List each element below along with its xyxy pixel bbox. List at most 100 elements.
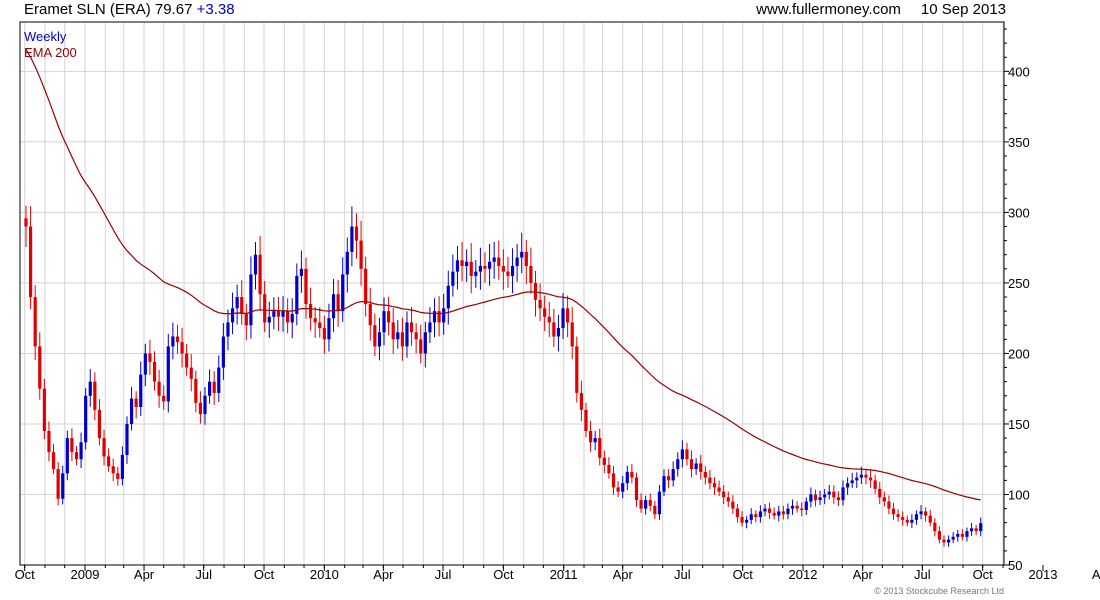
candle-body — [455, 260, 460, 272]
candle — [139, 361, 143, 417]
candle — [492, 241, 496, 279]
candle — [598, 428, 602, 466]
y-tick-label: 400 — [1008, 64, 1030, 79]
candle-body — [924, 511, 928, 516]
candle — [703, 466, 707, 485]
candle-body — [336, 294, 340, 312]
candle — [951, 532, 955, 544]
candle-body — [520, 251, 524, 258]
candle-body — [556, 328, 561, 337]
x-tick-label: Oct — [254, 567, 275, 582]
candle-body — [965, 531, 969, 537]
candle — [244, 303, 248, 341]
candle-body — [203, 395, 207, 415]
candle-body — [836, 497, 841, 501]
candle-body — [648, 500, 652, 506]
candle-body — [240, 297, 244, 314]
candle-body — [910, 519, 914, 523]
candle-body — [51, 452, 56, 470]
candle — [749, 508, 753, 525]
candle — [731, 495, 735, 515]
candle-body — [510, 265, 515, 276]
candle — [887, 495, 891, 515]
candle — [538, 283, 542, 322]
candle — [699, 454, 703, 480]
candle-body — [946, 539, 951, 543]
candle — [65, 430, 69, 481]
candle — [166, 333, 170, 413]
candle — [387, 296, 391, 336]
candle-body — [680, 449, 684, 460]
candle-body — [621, 483, 625, 492]
candle-body — [598, 438, 602, 458]
candle — [157, 369, 161, 408]
candle-body — [956, 533, 960, 537]
candle-body — [194, 378, 198, 403]
candle — [882, 491, 886, 507]
candle-body — [689, 459, 694, 470]
candle-body — [79, 442, 83, 460]
candle-body — [722, 491, 726, 498]
candle — [148, 339, 152, 375]
candle-body — [373, 325, 377, 347]
candle-body — [230, 308, 235, 323]
candle-body — [345, 251, 349, 275]
candle-body — [974, 528, 978, 532]
candle — [804, 497, 808, 515]
candle — [226, 309, 230, 351]
candle — [217, 355, 221, 403]
candle — [570, 307, 574, 360]
candle-body — [878, 488, 882, 498]
candle-body — [171, 336, 175, 347]
candle-body — [84, 395, 88, 443]
candle-body — [125, 423, 129, 455]
candle-body — [120, 454, 124, 479]
candle-body — [703, 471, 707, 478]
copyright-note: © 2013 Stockcube Research Ltd — [874, 586, 1004, 596]
candle — [754, 510, 758, 523]
candle — [772, 507, 776, 520]
candle — [910, 514, 914, 529]
x-tick-label: 2013 — [1029, 567, 1058, 582]
candle-body — [272, 311, 276, 317]
candle — [474, 260, 478, 288]
candle-body — [611, 473, 616, 488]
candle-body — [699, 463, 703, 472]
candle-body — [428, 322, 432, 333]
x-tick-label: Jul — [435, 567, 452, 582]
candle — [946, 535, 951, 547]
candle-body — [671, 469, 675, 481]
candle — [685, 442, 689, 466]
candle — [79, 432, 83, 469]
candle — [299, 250, 303, 293]
legend-entry: Weekly — [24, 29, 67, 44]
candle-body — [249, 274, 253, 326]
x-axis: Oct 2009 Apr Jul Oct 2010 Apr Jul Oct 2011 Apr Jul O… — [15, 565, 1100, 582]
candle — [47, 421, 51, 462]
candle — [373, 313, 377, 356]
candle-body — [359, 240, 363, 269]
candle-body — [38, 346, 42, 389]
candle-body — [758, 511, 762, 518]
candle — [520, 232, 524, 274]
candle — [634, 472, 639, 507]
candle — [290, 298, 294, 339]
x-tick-label: Oct — [493, 567, 514, 582]
candle — [331, 279, 336, 332]
candle-body — [474, 271, 478, 276]
candle-body — [226, 322, 230, 337]
candle-body — [377, 332, 382, 347]
candle-body — [543, 308, 547, 317]
y-axis: 50 100 150 200 250 300 350 400 — [1004, 28, 1030, 573]
candle-body — [460, 260, 464, 266]
candle — [97, 399, 102, 446]
candle-body — [24, 218, 28, 227]
candle-body — [180, 342, 184, 354]
x-tick-label: 2010 — [310, 567, 339, 582]
candle — [377, 317, 382, 361]
candle-body — [662, 476, 666, 492]
candle — [777, 505, 781, 522]
candle — [611, 466, 616, 495]
candle — [575, 336, 579, 403]
candle-body — [350, 226, 354, 252]
